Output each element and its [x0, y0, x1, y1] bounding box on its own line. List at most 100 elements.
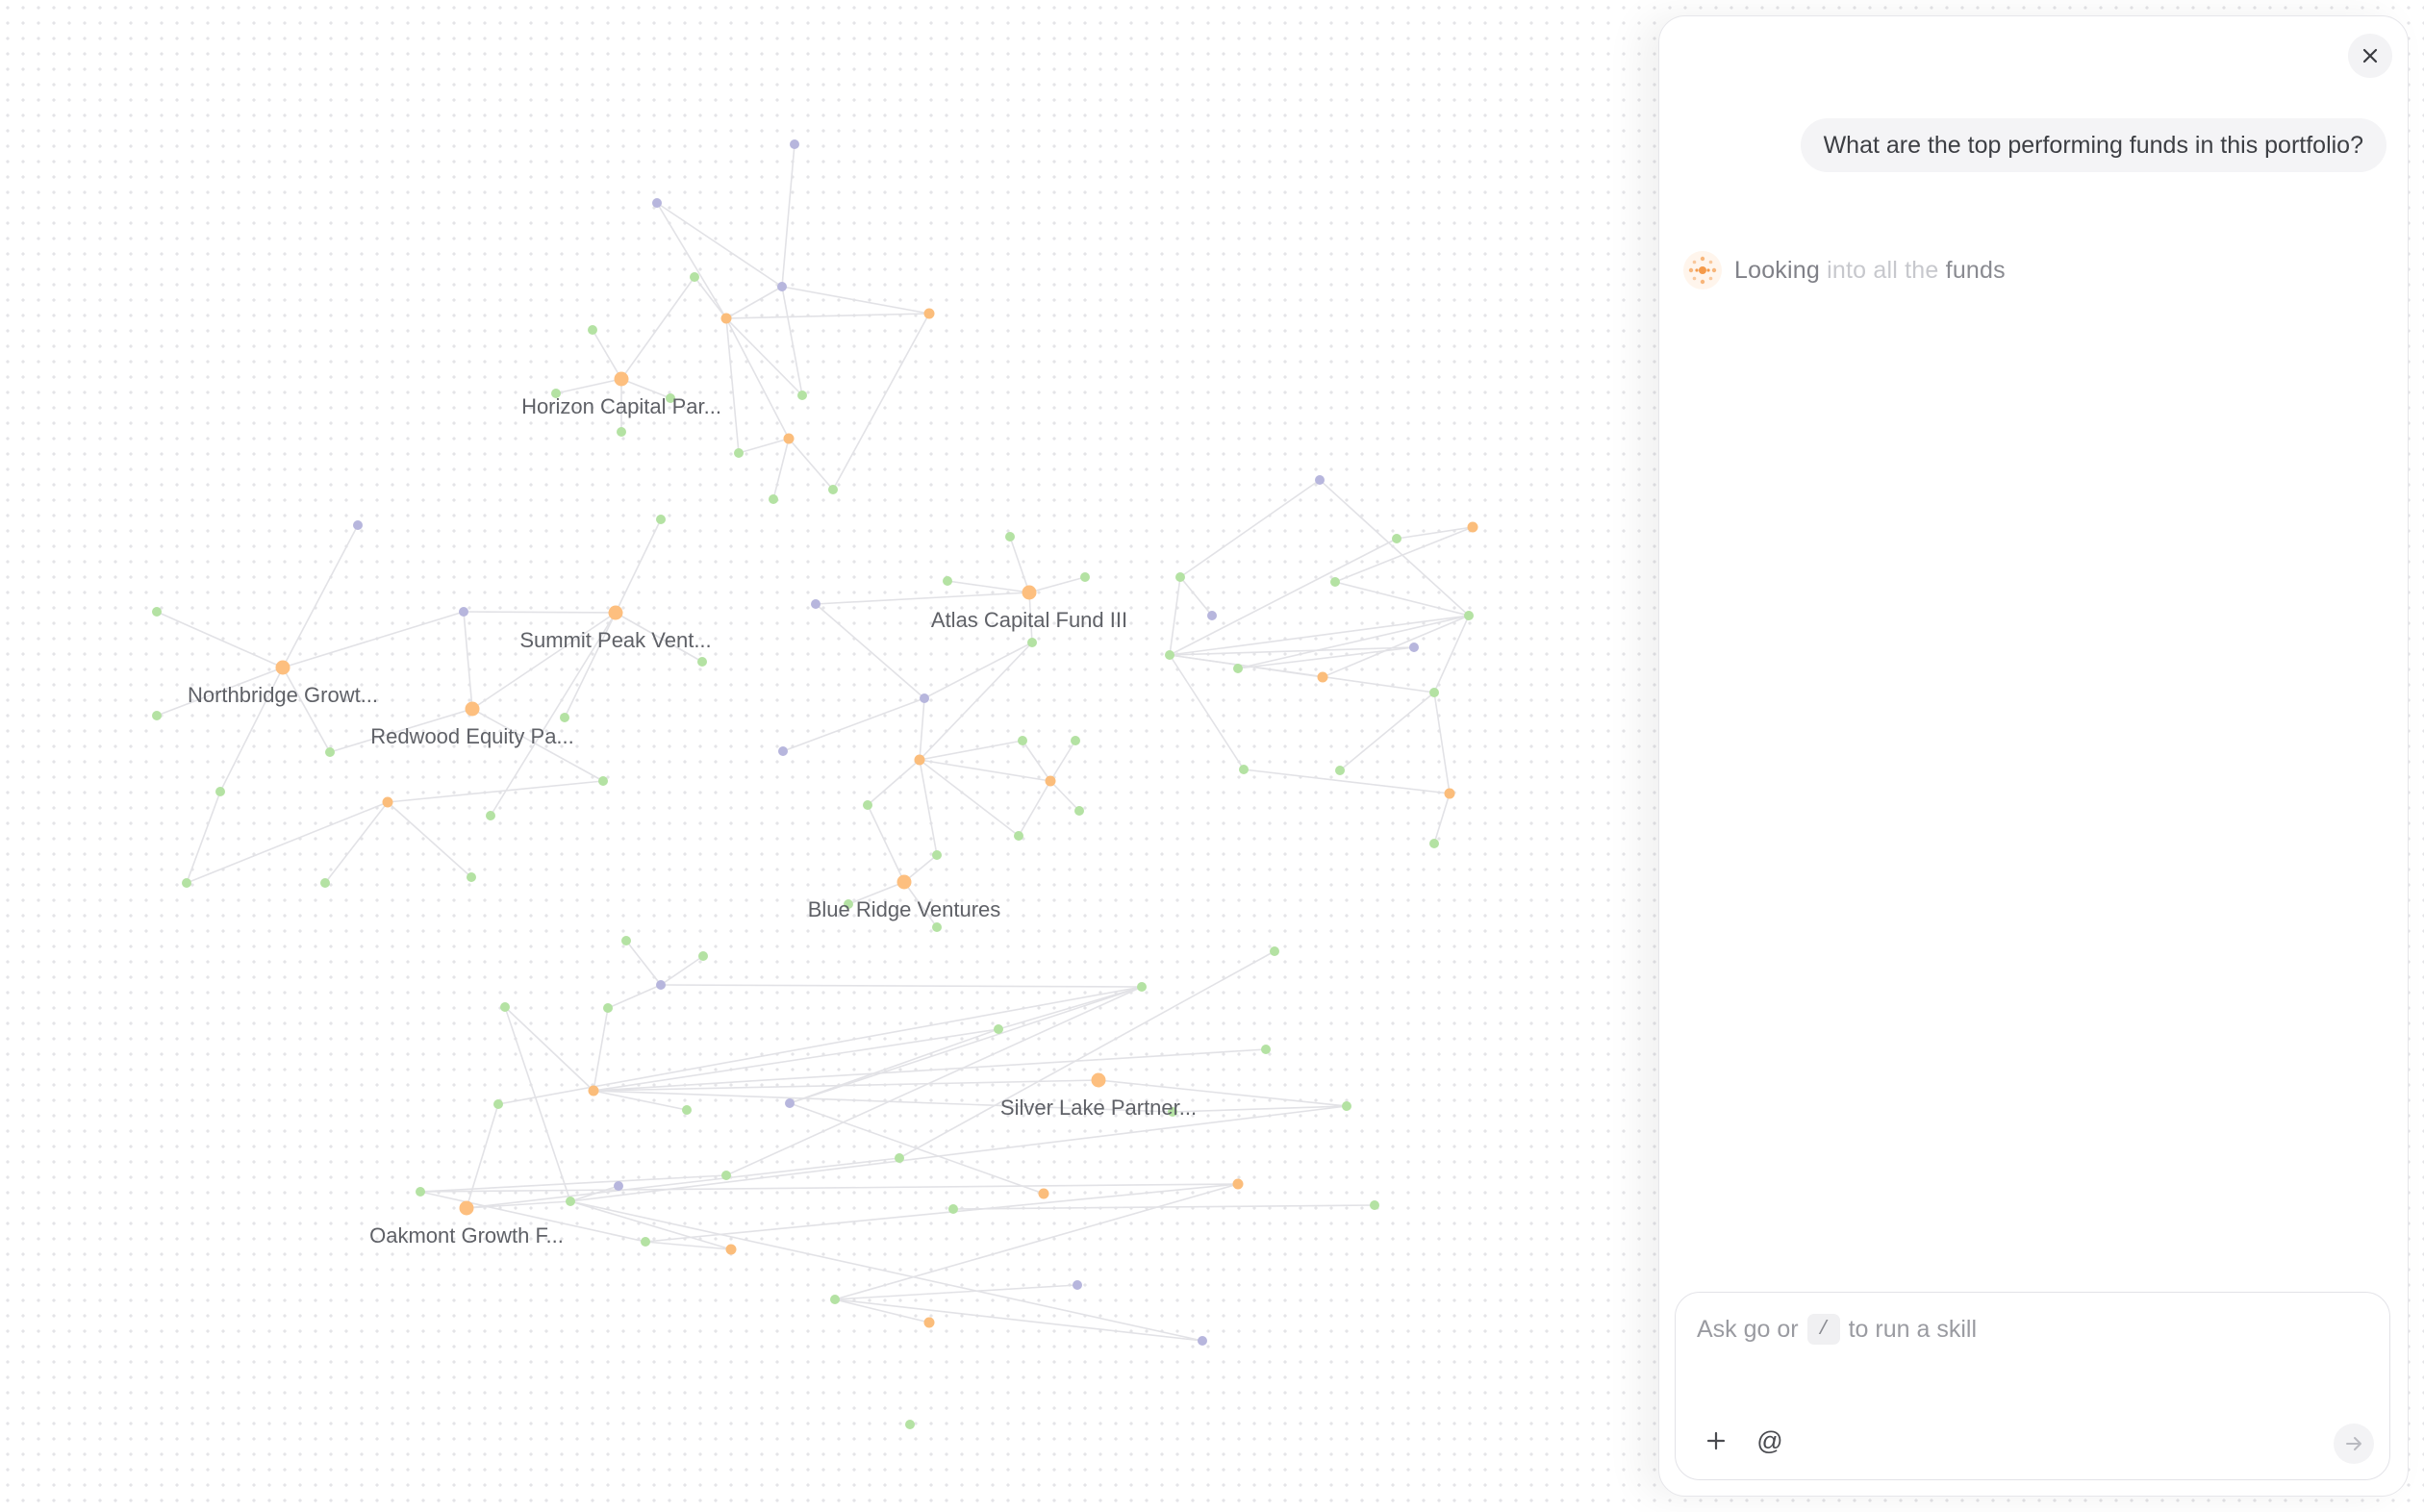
vehicle-node[interactable] [1317, 671, 1328, 683]
company-node[interactable] [1261, 1045, 1271, 1054]
company-node[interactable] [1464, 611, 1474, 620]
vehicle-node[interactable] [1045, 775, 1056, 787]
investor-node[interactable] [652, 198, 662, 208]
investor-node[interactable] [920, 693, 929, 703]
company-node[interactable] [1330, 577, 1340, 587]
company-node[interactable] [1175, 572, 1185, 582]
investor-node[interactable] [656, 980, 666, 990]
vehicle-node[interactable] [1038, 1188, 1049, 1199]
company-node[interactable] [682, 1105, 692, 1115]
graph-nodes[interactable] [152, 139, 1478, 1429]
message-input[interactable]: Ask go or / to run a skill [1697, 1314, 1977, 1345]
company-node[interactable] [486, 811, 495, 820]
investor-node[interactable] [777, 282, 787, 291]
fund-node[interactable] [275, 660, 290, 675]
company-node[interactable] [467, 872, 476, 882]
company-node[interactable] [1429, 839, 1439, 848]
fund-node[interactable] [1022, 585, 1037, 600]
investor-node[interactable] [1315, 475, 1325, 485]
company-node[interactable] [1392, 534, 1401, 543]
company-node[interactable] [932, 850, 942, 860]
vehicle-node[interactable] [923, 1317, 935, 1328]
company-node[interactable] [325, 747, 335, 757]
vehicle-node[interactable] [783, 433, 795, 444]
company-node[interactable] [641, 1237, 650, 1247]
company-node[interactable] [1027, 638, 1037, 647]
investor-node[interactable] [1409, 643, 1419, 652]
company-node[interactable] [1137, 982, 1147, 992]
company-node[interactable] [182, 878, 191, 888]
vehicle-node[interactable] [725, 1244, 737, 1255]
vehicle-node[interactable] [382, 796, 393, 808]
investor-node[interactable] [1207, 611, 1217, 620]
company-node[interactable] [320, 878, 330, 888]
investor-node[interactable] [353, 520, 363, 530]
company-node[interactable] [690, 272, 699, 282]
mention-button[interactable]: @ [1751, 1422, 1789, 1460]
company-node[interactable] [1342, 1101, 1351, 1111]
company-node[interactable] [895, 1153, 904, 1163]
vehicle-node[interactable] [914, 754, 925, 766]
fund-node[interactable] [1091, 1072, 1106, 1088]
company-node[interactable] [1074, 806, 1084, 816]
vehicle-node[interactable] [1467, 521, 1478, 533]
company-node[interactable] [830, 1295, 840, 1304]
company-node[interactable] [215, 787, 225, 796]
vehicle-node[interactable] [923, 308, 935, 319]
investor-node[interactable] [459, 607, 468, 617]
investor-node[interactable] [785, 1098, 795, 1108]
vehicle-node[interactable] [588, 1085, 599, 1096]
investor-node[interactable] [1198, 1336, 1207, 1346]
company-node[interactable] [1014, 831, 1023, 841]
company-node[interactable] [560, 713, 569, 722]
company-node[interactable] [588, 325, 597, 335]
close-button[interactable] [2348, 34, 2392, 78]
fund-node[interactable] [608, 605, 623, 620]
fund-node[interactable] [614, 371, 629, 387]
vehicle-node[interactable] [1444, 788, 1455, 799]
company-node[interactable] [698, 951, 708, 961]
company-node[interactable] [621, 936, 631, 945]
company-node[interactable] [828, 485, 838, 494]
company-node[interactable] [1429, 688, 1439, 697]
fund-node[interactable] [465, 701, 480, 717]
company-node[interactable] [617, 427, 626, 437]
company-node[interactable] [152, 711, 162, 720]
fund-node[interactable] [896, 874, 912, 890]
investor-node[interactable] [778, 746, 788, 756]
company-node[interactable] [1005, 532, 1015, 542]
investor-node[interactable] [790, 139, 799, 149]
company-node[interactable] [1233, 664, 1243, 673]
company-node[interactable] [566, 1197, 575, 1206]
company-node[interactable] [656, 515, 666, 524]
vehicle-node[interactable] [720, 313, 732, 324]
company-node[interactable] [769, 494, 778, 504]
company-node[interactable] [152, 607, 162, 617]
message-composer[interactable]: Ask go or / to run a skill @ [1675, 1292, 2390, 1480]
investor-node[interactable] [811, 599, 821, 609]
company-node[interactable] [734, 448, 744, 458]
company-node[interactable] [1335, 766, 1345, 775]
company-node[interactable] [1239, 765, 1249, 774]
send-button[interactable] [2334, 1424, 2374, 1464]
company-node[interactable] [1018, 736, 1027, 745]
company-node[interactable] [1165, 650, 1174, 660]
company-node[interactable] [500, 1002, 510, 1012]
company-node[interactable] [863, 800, 872, 810]
company-node[interactable] [932, 922, 942, 932]
add-attachment-button[interactable] [1697, 1422, 1735, 1460]
company-node[interactable] [721, 1171, 731, 1180]
vehicle-node[interactable] [1232, 1178, 1244, 1190]
company-node[interactable] [697, 657, 707, 667]
company-node[interactable] [797, 391, 807, 400]
company-node[interactable] [1071, 736, 1080, 745]
company-node[interactable] [416, 1187, 425, 1197]
company-node[interactable] [1080, 572, 1090, 582]
company-node[interactable] [1370, 1200, 1379, 1210]
company-node[interactable] [1270, 946, 1279, 956]
company-node[interactable] [943, 576, 952, 586]
network-graph[interactable]: Horizon Capital Par... Summit Peak Vent..… [0, 0, 1658, 1512]
company-node[interactable] [493, 1099, 503, 1109]
company-node[interactable] [905, 1420, 915, 1429]
company-node[interactable] [598, 776, 608, 786]
